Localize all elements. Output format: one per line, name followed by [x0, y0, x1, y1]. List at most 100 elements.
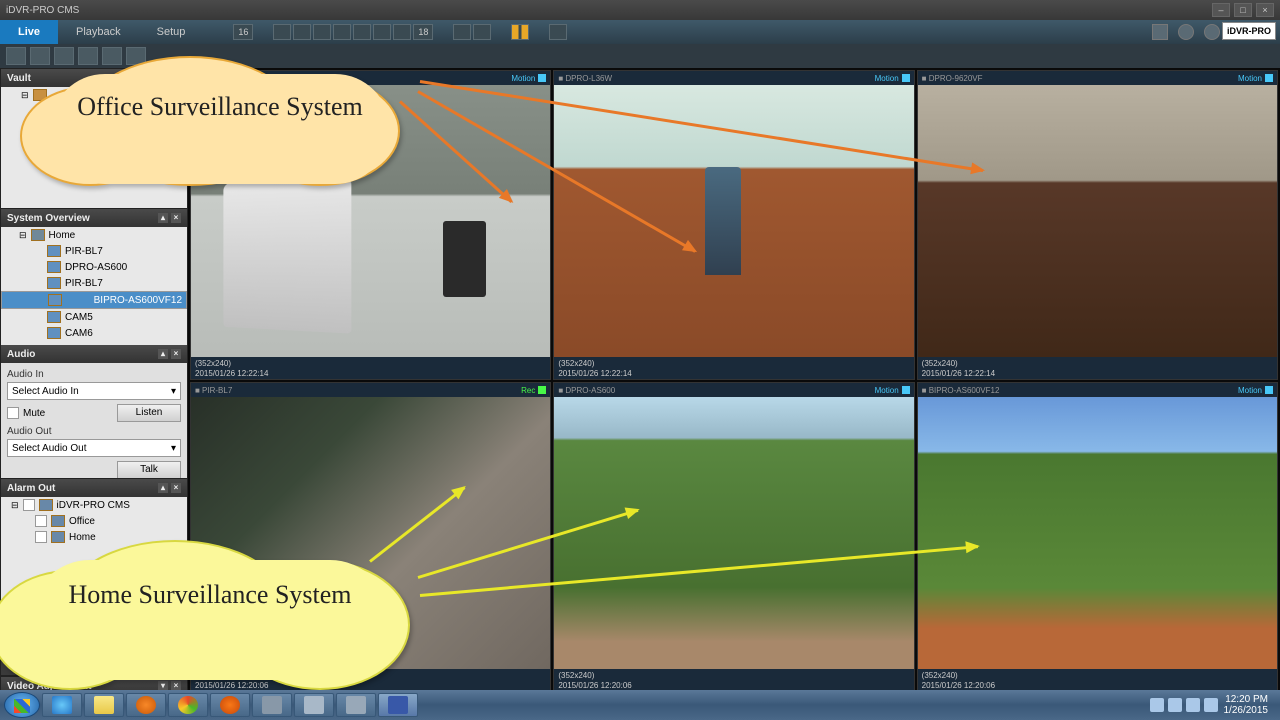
video-feed[interactable]	[918, 85, 1277, 357]
taskbar-app2[interactable]	[294, 693, 334, 717]
mute-label: Mute	[23, 408, 113, 419]
tree-root-home[interactable]: ⊟Home	[1, 227, 187, 243]
listen-button[interactable]: Listen	[117, 404, 181, 422]
video-cell[interactable]: ■ DPRO-9620VFMotion(352x240)2015/01/26 1…	[917, 70, 1278, 380]
alarm-home-checkbox[interactable]	[35, 531, 47, 543]
feed-status: Motion	[1238, 386, 1262, 395]
brand-badge: iDVR-PRO	[1222, 22, 1276, 40]
feed-status: Motion	[875, 386, 899, 395]
status-dot-icon	[1265, 74, 1273, 82]
status-dot-icon	[902, 386, 910, 394]
tool-record-icon[interactable]	[78, 47, 98, 65]
video-feed[interactable]	[918, 397, 1277, 669]
taskbar-chrome[interactable]	[168, 693, 208, 717]
taskbar-explorer[interactable]	[84, 693, 124, 717]
status-dot-icon	[902, 74, 910, 82]
taskbar-app3[interactable]	[336, 693, 376, 717]
panel-close-icon[interactable]: ×	[171, 213, 181, 223]
close-button[interactable]: ×	[1256, 3, 1274, 17]
feed-name: ■ DPRO-9620VF	[922, 74, 983, 83]
taskbar-app1[interactable]	[252, 693, 292, 717]
taskbar-mediaplayer[interactable]	[126, 693, 166, 717]
tool-tree-icon[interactable]	[30, 47, 50, 65]
audio-in-select[interactable]: Select Audio In▾	[7, 382, 181, 400]
windows-taskbar: 12:20 PM 1/26/2015	[0, 690, 1280, 720]
feed-status: Motion	[511, 74, 535, 83]
status-dot-icon	[538, 386, 546, 394]
alarm-office[interactable]: Office	[1, 513, 187, 529]
audio-out-select[interactable]: Select Audio Out▾	[7, 439, 181, 457]
taskbar-firefox[interactable]	[210, 693, 250, 717]
layout-1x1-button[interactable]	[273, 24, 291, 40]
video-feed[interactable]	[554, 85, 913, 357]
tool-snapshot-icon[interactable]	[54, 47, 74, 65]
tree-cam-item[interactable]: DPRO-AS600	[1, 259, 187, 275]
talk-button[interactable]: Talk	[117, 461, 181, 479]
tab-setup[interactable]: Setup	[139, 20, 204, 44]
layout-count[interactable]: 16	[233, 24, 253, 40]
start-button[interactable]	[4, 692, 40, 718]
taskbar-ie[interactable]	[42, 693, 82, 717]
tab-live[interactable]: Live	[0, 20, 58, 44]
layout-4x4-button[interactable]	[373, 24, 391, 40]
layout-5x5-button[interactable]	[393, 24, 411, 40]
panel-collapse-icon[interactable]: ▴	[158, 213, 168, 223]
tool-ptz-icon[interactable]	[102, 47, 122, 65]
fullscreen-button[interactable]	[453, 24, 471, 40]
panel-close-icon[interactable]: ×	[171, 483, 181, 493]
main-menubar: Live Playback Setup 16 18 iDVR-PRO	[0, 20, 1280, 44]
alarm-root-checkbox[interactable]	[23, 499, 35, 511]
multiscreen-button[interactable]	[473, 24, 491, 40]
search-icon[interactable]	[1204, 24, 1220, 40]
audio-in-label: Audio In	[7, 369, 181, 380]
camera-icon	[47, 327, 61, 339]
panel-close-icon[interactable]: ×	[171, 349, 181, 359]
tree-cam-item[interactable]: PIR-BL7	[1, 275, 187, 291]
audio-out-label: Audio Out	[7, 426, 181, 437]
feed-name: ■ DPRO-L36W	[558, 74, 612, 83]
feed-resolution: (352x240)	[922, 359, 1273, 369]
panel-alarm-title: Alarm Out	[7, 483, 55, 494]
monitor-icon[interactable]	[1152, 24, 1168, 40]
panel-vault-title: Vault	[7, 73, 31, 84]
camera-icon	[47, 277, 61, 289]
tab-playback[interactable]: Playback	[58, 20, 139, 44]
settings-gear-icon[interactable]	[1178, 24, 1194, 40]
layout-1p7-button[interactable]	[353, 24, 371, 40]
feed-timestamp: 2015/01/26 12:22:14	[195, 369, 546, 379]
tree-cam-item[interactable]: PIR-BL7	[1, 243, 187, 259]
alarm-root[interactable]: ⊟iDVR-PRO CMS	[1, 497, 187, 513]
layout-1p5-button[interactable]	[333, 24, 351, 40]
tree-cam-item[interactable]: CAM5	[1, 309, 187, 325]
grid-layout-group: 18	[273, 24, 433, 40]
mute-checkbox[interactable]	[7, 407, 19, 419]
pause-button[interactable]	[511, 24, 529, 40]
camera-icon	[48, 294, 62, 306]
feed-status: Rec	[521, 386, 535, 395]
panel-audio-title: Audio	[7, 349, 35, 360]
minimize-button[interactable]: –	[1212, 3, 1230, 17]
tree-cam-item[interactable]: CAM6	[1, 325, 187, 341]
video-cell[interactable]: ■ DPRO-AS600Motion(352x240)2015/01/26 12…	[553, 382, 914, 692]
layout-more-button[interactable]: 18	[413, 24, 433, 40]
status-dot-icon	[1265, 386, 1273, 394]
feed-resolution: (352x240)	[558, 671, 909, 681]
tray-clock[interactable]: 12:20 PM 1/26/2015	[1224, 694, 1269, 716]
panel-collapse-icon[interactable]: ▴	[158, 349, 168, 359]
tool-screen-icon[interactable]	[6, 47, 26, 65]
feed-resolution: (352x240)	[558, 359, 909, 369]
tree-cam-item[interactable]: BIPRO-AS600VF12	[1, 291, 187, 309]
taskbar-cms[interactable]	[378, 693, 418, 717]
video-cell[interactable]: ■ DPRO-L36WMotion(352x240)2015/01/26 12:…	[553, 70, 914, 380]
maximize-button[interactable]: □	[1234, 3, 1252, 17]
sequence-button[interactable]	[549, 24, 567, 40]
layout-3x3-button[interactable]	[313, 24, 331, 40]
video-cell[interactable]: ■ BIPRO-AS600VF12Motion(352x240)2015/01/…	[917, 382, 1278, 692]
feed-timestamp: 2015/01/26 12:22:14	[922, 369, 1273, 379]
video-feed[interactable]	[554, 397, 913, 669]
layout-2x2-button[interactable]	[293, 24, 311, 40]
panel-collapse-icon[interactable]: ▴	[158, 483, 168, 493]
alarm-office-checkbox[interactable]	[35, 515, 47, 527]
feed-timestamp: 2015/01/26 12:22:14	[558, 369, 909, 379]
tray-icons[interactable]	[1150, 698, 1218, 712]
